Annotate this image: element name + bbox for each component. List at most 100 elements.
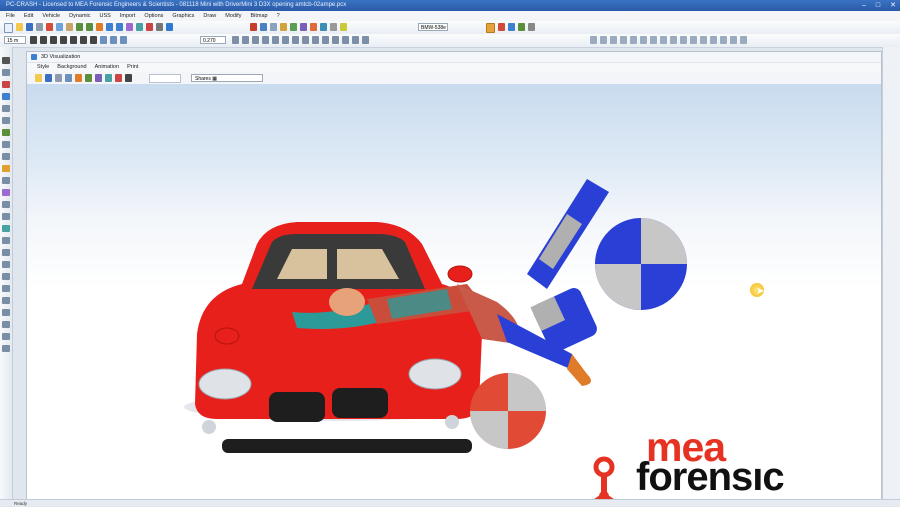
record-icon[interactable] xyxy=(146,23,153,31)
menu-help[interactable]: ? xyxy=(277,11,280,21)
menu-bitmap[interactable]: Bitmap xyxy=(250,11,267,21)
new-file-icon[interactable] xyxy=(4,23,13,33)
viz-camera-icon[interactable] xyxy=(105,74,112,82)
viz-record-icon[interactable] xyxy=(115,74,122,82)
road-icon[interactable] xyxy=(290,23,297,31)
layer-tool-15-icon[interactable] xyxy=(730,36,737,44)
menu-draw[interactable]: Draw xyxy=(203,11,216,21)
group-palette-icon[interactable] xyxy=(2,273,10,280)
layer-tool-1-icon[interactable] xyxy=(590,36,597,44)
loop-icon[interactable] xyxy=(100,36,107,44)
step-forward-icon[interactable] xyxy=(80,36,87,44)
menu-file[interactable]: File xyxy=(6,11,15,21)
camera-palette-icon[interactable] xyxy=(2,225,10,232)
viz-save-icon[interactable] xyxy=(45,74,52,82)
pointer-tool-icon[interactable] xyxy=(2,57,10,64)
trajectory-icon[interactable] xyxy=(508,23,515,31)
viz-menu-animation[interactable]: Animation xyxy=(95,63,119,72)
position-tool-icon[interactable] xyxy=(2,93,10,100)
menu-edit[interactable]: Edit xyxy=(24,11,33,21)
arc-tool-icon[interactable] xyxy=(242,36,249,44)
layer-tool-11-icon[interactable] xyxy=(690,36,697,44)
pan-tool-icon[interactable] xyxy=(2,69,10,76)
layers-icon[interactable] xyxy=(300,23,307,31)
measure-icon[interactable] xyxy=(136,23,143,31)
menu-graphics[interactable]: Graphics xyxy=(172,11,194,21)
offset-palette-icon[interactable] xyxy=(2,345,10,352)
copy-icon[interactable] xyxy=(56,23,63,31)
viz-light-icon[interactable] xyxy=(75,74,82,82)
layer-tool-4-icon[interactable] xyxy=(620,36,627,44)
skip-forward-icon[interactable] xyxy=(90,36,97,44)
zoom-in-icon[interactable] xyxy=(106,23,113,31)
viz-open-icon[interactable] xyxy=(35,74,42,82)
move-tool-icon[interactable] xyxy=(312,36,319,44)
grid-icon[interactable] xyxy=(270,23,277,31)
hatch-tool-icon[interactable] xyxy=(302,36,309,44)
vehicle-icon[interactable] xyxy=(96,23,103,31)
menu-uss[interactable]: USS xyxy=(100,11,111,21)
save-icon[interactable] xyxy=(26,23,33,31)
paste-icon[interactable] xyxy=(66,23,73,31)
line-palette-icon[interactable] xyxy=(2,105,10,112)
align-palette-icon[interactable] xyxy=(2,285,10,292)
viz-play-icon[interactable] xyxy=(125,74,132,82)
layer-tool-14-icon[interactable] xyxy=(720,36,727,44)
layer-tool-10-icon[interactable] xyxy=(680,36,687,44)
cut-icon[interactable] xyxy=(46,23,53,31)
speed-icon[interactable] xyxy=(110,36,117,44)
trim-palette-icon[interactable] xyxy=(2,321,10,328)
camera-icon[interactable] xyxy=(280,23,287,31)
view-3d-icon[interactable] xyxy=(320,23,327,31)
select-tool-icon[interactable] xyxy=(486,23,495,33)
erase-tool-icon[interactable] xyxy=(362,36,369,44)
sequence-icon[interactable] xyxy=(260,23,267,31)
arc-palette-icon[interactable] xyxy=(2,117,10,124)
measure-palette-icon[interactable] xyxy=(2,189,10,196)
crash-icon[interactable] xyxy=(250,23,257,31)
layer-tool-12-icon[interactable] xyxy=(700,36,707,44)
marker-icon[interactable] xyxy=(310,23,317,31)
open-folder-icon[interactable] xyxy=(16,23,23,31)
symbol-palette-icon[interactable] xyxy=(2,237,10,244)
viz-print-icon[interactable] xyxy=(55,74,62,82)
redo-icon[interactable] xyxy=(86,23,93,31)
settings-icon[interactable] xyxy=(156,23,163,31)
dimension-palette-icon[interactable] xyxy=(2,249,10,256)
road-palette-icon[interactable] xyxy=(2,129,10,136)
layer-tool-3-icon[interactable] xyxy=(610,36,617,44)
viz-value-box[interactable] xyxy=(149,74,181,83)
close-icon[interactable]: ✕ xyxy=(890,1,896,10)
layer-tool-8-icon[interactable] xyxy=(660,36,667,44)
rect-tool-icon[interactable] xyxy=(252,36,259,44)
zoom-out-icon[interactable] xyxy=(116,23,123,31)
text-tool-icon[interactable] xyxy=(282,36,289,44)
menu-import[interactable]: Import xyxy=(120,11,136,21)
maximize-icon[interactable]: □ xyxy=(876,1,880,10)
minimize-icon[interactable]: – xyxy=(862,1,866,10)
circle-palette-icon[interactable] xyxy=(2,153,10,160)
undo-icon[interactable] xyxy=(76,23,83,31)
play-icon[interactable] xyxy=(70,36,77,44)
menu-dynamic[interactable]: Dynamic xyxy=(69,11,90,21)
vehicle-tool-icon[interactable] xyxy=(2,81,10,88)
impact-icon[interactable] xyxy=(498,23,505,31)
stop-icon[interactable] xyxy=(60,36,67,44)
extend-palette-icon[interactable] xyxy=(2,333,10,340)
zoom-select[interactable]: 15 m xyxy=(4,36,26,44)
layer-tool-16-icon[interactable] xyxy=(740,36,747,44)
skip-back-icon[interactable] xyxy=(30,36,37,44)
rotate-tool-icon[interactable] xyxy=(322,36,329,44)
trim-tool-icon[interactable] xyxy=(352,36,359,44)
layer-tool-6-icon[interactable] xyxy=(640,36,647,44)
scale-tool-icon[interactable] xyxy=(332,36,339,44)
circle-tool-icon[interactable] xyxy=(262,36,269,44)
layer-tool-9-icon[interactable] xyxy=(670,36,677,44)
viz-menu-style[interactable]: Style xyxy=(37,63,49,72)
line-tool-icon[interactable] xyxy=(232,36,239,44)
time-icon[interactable] xyxy=(120,36,127,44)
layer-tool-2-icon[interactable] xyxy=(600,36,607,44)
menu-options[interactable]: Options xyxy=(144,11,163,21)
step-back-icon[interactable] xyxy=(40,36,47,44)
marker-palette-icon[interactable] xyxy=(2,165,10,172)
